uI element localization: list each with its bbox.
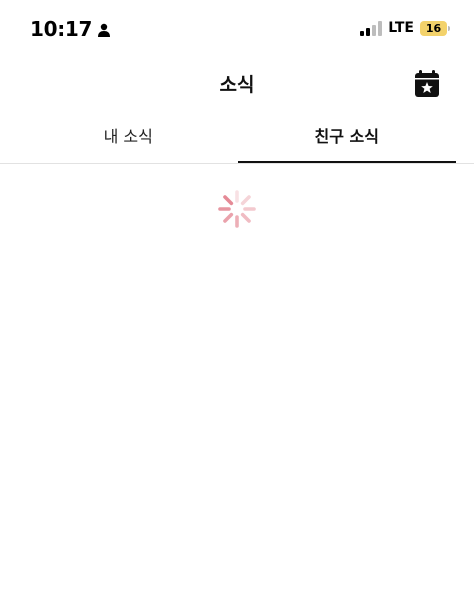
calendar-star-button[interactable] [414, 70, 440, 98]
spinner-spoke [223, 212, 234, 223]
page-title: 소식 [219, 74, 255, 96]
clock-group: 10:17 [30, 17, 111, 41]
battery-level: 16 [420, 20, 447, 36]
tab-friends-news[interactable]: 친구 소식 [237, 116, 457, 164]
battery-cap [448, 25, 450, 31]
nav-header: 소식 [0, 62, 474, 106]
network-type: LTE [388, 20, 414, 36]
status-indicators: LTE 16 [360, 20, 450, 36]
person-icon [97, 22, 111, 37]
status-bar: 10:17 LTE 16 [0, 0, 474, 58]
cellular-signal-icon [360, 20, 383, 36]
tab-bar: 내 소식 친구 소식 [19, 116, 456, 164]
spinner-spoke [240, 195, 251, 206]
calendar-star-icon [415, 70, 439, 97]
tab-my-news[interactable]: 내 소식 [19, 116, 238, 164]
spinner-spoke [240, 212, 251, 223]
feed-content [0, 164, 474, 594]
battery-icon: 16 [420, 20, 450, 36]
spinner-spoke [223, 195, 234, 206]
loading-spinner-icon [218, 190, 256, 228]
status-time: 10:17 [30, 17, 93, 41]
